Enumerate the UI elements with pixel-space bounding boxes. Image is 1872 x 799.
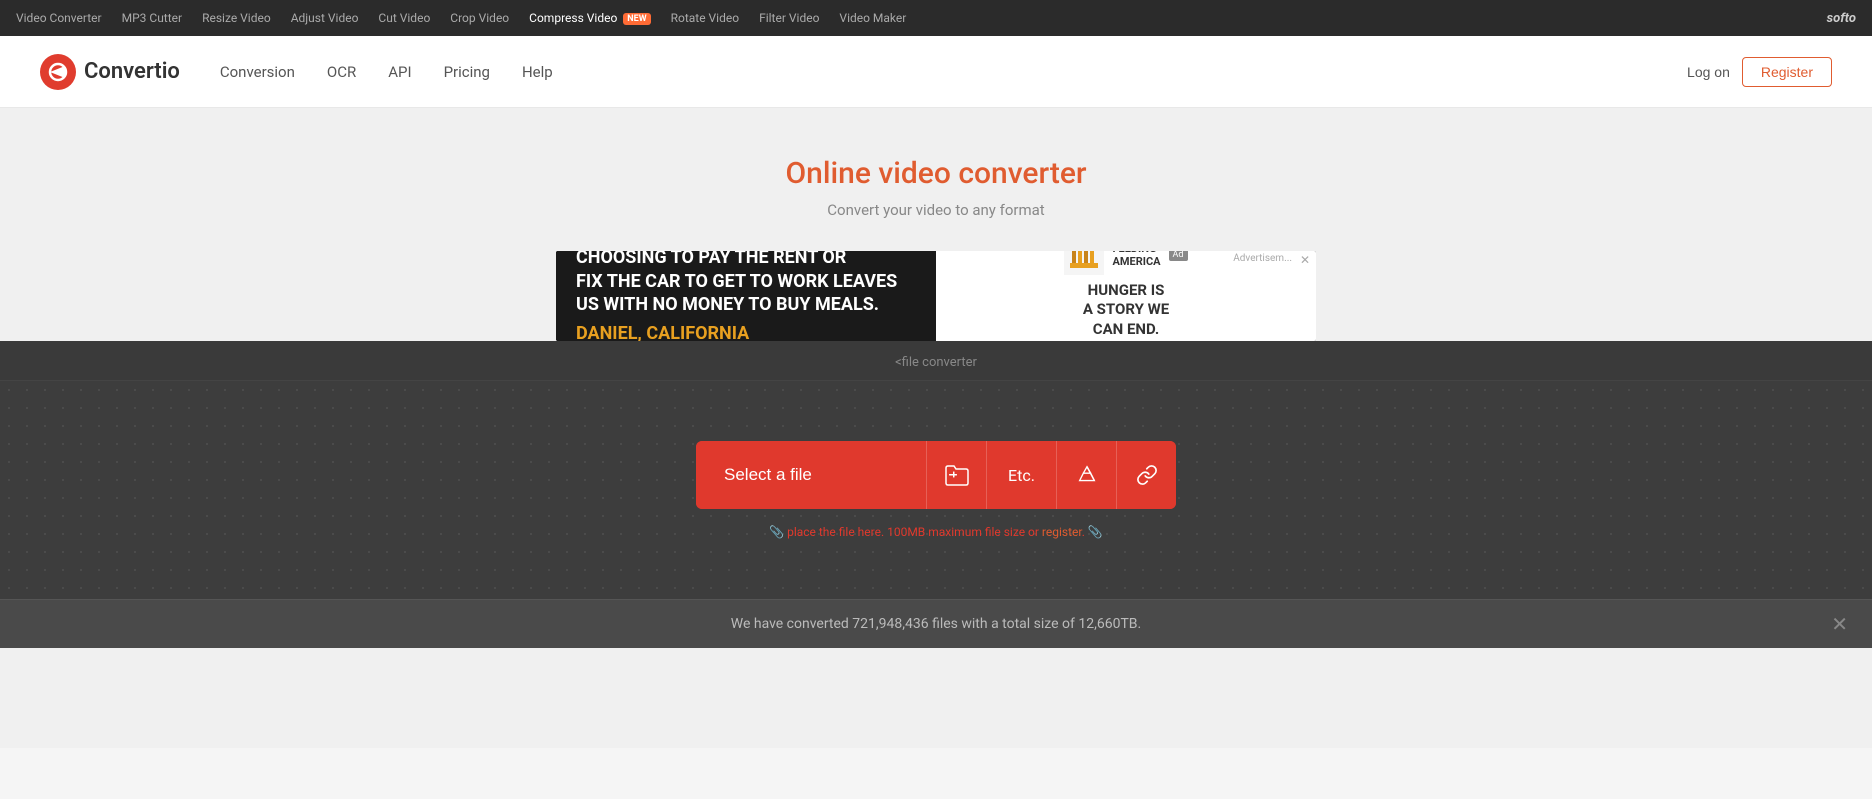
ad-right: Advertisem... ✕ FEEDING AMERICA xyxy=(936,251,1316,341)
hero-title: Online video converter xyxy=(20,156,1852,191)
ad-left-text: CHOOSING TO PAY THE RENT OR FIX THE CAR … xyxy=(576,251,897,341)
nav-link-help[interactable]: Help xyxy=(522,63,553,81)
converter-label: <file converter xyxy=(895,355,977,370)
folder-icon xyxy=(944,464,970,486)
ad-left: CHOOSING TO PAY THE RENT OR FIX THE CAR … xyxy=(556,251,936,341)
file-source-icons: Etc. xyxy=(926,441,1176,509)
ad-badge: Ad xyxy=(1169,251,1188,261)
ad-logo-text: FEEDING AMERICA xyxy=(1112,251,1160,268)
stats-text: We have converted 721,948,436 files with… xyxy=(731,616,1141,632)
link-icon xyxy=(1136,464,1158,486)
converter-label-bar: <file converter xyxy=(0,341,1872,381)
drive-icon xyxy=(1076,464,1098,486)
feeding-america-icon xyxy=(1064,251,1104,275)
nav-link-api[interactable]: API xyxy=(388,63,411,81)
nav-link-conversion[interactable]: Conversion xyxy=(220,63,295,81)
nav-link-pricing[interactable]: Pricing xyxy=(444,63,490,81)
page-main: Online video converter Convert your vide… xyxy=(0,108,1872,748)
topbar-item-video-maker[interactable]: Video Maker xyxy=(839,11,906,25)
google-drive-icon-button[interactable] xyxy=(1056,441,1116,509)
top-bar-brand: softo xyxy=(1827,11,1856,26)
converter-section: <file converter Select a file Etc. xyxy=(0,341,1872,648)
drop-hint: 📎 place the file here. 100MB maximum fil… xyxy=(769,525,1103,539)
nav-auth: Log on Register xyxy=(1687,57,1832,87)
topbar-item-filter-video[interactable]: Filter Video xyxy=(759,11,819,25)
topbar-item-resize-video[interactable]: Resize Video xyxy=(202,11,271,25)
ad-right-logo: FEEDING AMERICA Ad xyxy=(1064,251,1187,275)
stats-close-button[interactable]: ✕ xyxy=(1831,612,1848,636)
new-badge: NEW xyxy=(623,13,650,25)
topbar-item-video-converter[interactable]: Video Converter xyxy=(16,11,102,25)
logo[interactable]: Convertio xyxy=(40,54,180,90)
topbar-item-adjust-video[interactable]: Adjust Video xyxy=(291,11,359,25)
folder-icon-button[interactable] xyxy=(926,441,986,509)
ad-right-title: HUNGER ISA STORY WECAN END. xyxy=(1083,281,1169,340)
select-file-button[interactable]: Select a file xyxy=(696,441,926,509)
etc-button[interactable]: Etc. xyxy=(986,441,1056,509)
stats-bar: We have converted 721,948,436 files with… xyxy=(0,599,1872,648)
topbar-item-mp3-cutter[interactable]: MP3 Cutter xyxy=(122,11,182,25)
nav-links: Conversion OCR API Pricing Help xyxy=(220,63,1687,81)
register-button[interactable]: Register xyxy=(1742,57,1832,87)
hero-subtitle: Convert your video to any format xyxy=(20,201,1852,219)
ad-advertiser-label: Advertisem... xyxy=(1233,253,1292,264)
converter-inner: Select a file Etc. xyxy=(0,381,1872,599)
link-icon-button[interactable] xyxy=(1116,441,1176,509)
logo-text: Convertio xyxy=(84,59,180,84)
nav-bar: Convertio Conversion OCR API Pricing Hel… xyxy=(0,36,1872,108)
topbar-item-compress-video[interactable]: Compress Video NEW xyxy=(529,11,650,25)
login-button[interactable]: Log on xyxy=(1687,64,1730,80)
top-bar: Video Converter MP3 Cutter Resize Video … xyxy=(0,0,1872,36)
topbar-item-rotate-video[interactable]: Rotate Video xyxy=(671,11,740,25)
hero-section: Online video converter Convert your vide… xyxy=(0,108,1872,243)
ad-close-button[interactable]: ✕ xyxy=(1300,253,1310,267)
logo-icon xyxy=(40,54,76,90)
select-file-bar[interactable]: Select a file Etc. xyxy=(696,441,1176,509)
topbar-item-crop-video[interactable]: Crop Video xyxy=(450,11,509,25)
nav-link-ocr[interactable]: OCR xyxy=(327,63,356,81)
ad-banner: CHOOSING TO PAY THE RENT OR FIX THE CAR … xyxy=(556,251,1316,341)
topbar-item-cut-video[interactable]: Cut Video xyxy=(378,11,430,25)
